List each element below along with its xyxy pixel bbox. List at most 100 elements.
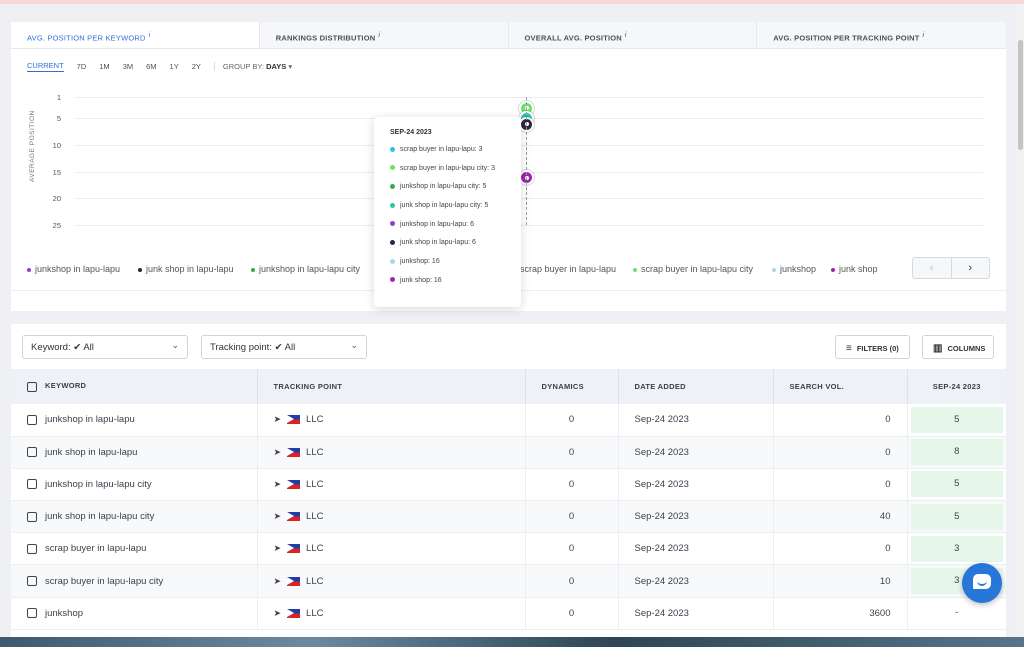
navigation-arrow-icon: ➤ <box>273 607 282 618</box>
keyword-text[interactable]: junkshop in lapu-lapu city <box>45 479 152 490</box>
dynamics-cell: 0 <box>525 564 619 598</box>
gridline <box>75 198 983 200</box>
row-checkbox[interactable] <box>27 543 37 554</box>
row-checkbox[interactable] <box>27 414 37 425</box>
tracking-point-cell: ➤ LLC <box>257 597 526 630</box>
keyword-text[interactable]: scrap buyer in lapu-lapu <box>45 543 146 554</box>
tooltip-title: SEP-24 2023 <box>390 129 432 136</box>
column-header-tracking-point[interactable]: TRACKING POINT <box>257 369 526 404</box>
legend-item[interactable]: junkshop in lapu-lapu city <box>251 264 360 274</box>
header-label: SEP-24 2023 <box>932 382 981 391</box>
tracking-point-cell: ➤ LLC <box>257 404 526 437</box>
philippines-flag-icon <box>287 415 301 425</box>
legend-dot-icon <box>772 267 776 272</box>
tooltip-row-label: junk shop in lapu-lapu city: <box>400 202 483 210</box>
dynamics-cell: 0 <box>525 404 619 437</box>
group-by-dropdown[interactable]: GROUP BY: DAYS ▾ <box>213 62 293 71</box>
table-row[interactable]: junk shop in lapu-lapu ➤ LLC 0 Sep-24 2023 0 8 <box>11 436 1006 469</box>
tracking-filter-label: Tracking point: <box>210 342 272 353</box>
row-checkbox[interactable] <box>27 576 37 587</box>
legend-item[interactable]: scrap buyer in lapu-lapu city <box>633 264 753 274</box>
legend-item[interactable]: junkshop <box>772 264 816 274</box>
column-header-date-added[interactable]: DATE ADDED <box>618 369 774 404</box>
keyword-text[interactable]: junk shop in lapu-lapu city <box>45 511 154 522</box>
legend-label: scrap buyer in lapu-lapu city <box>641 264 754 274</box>
legend-label: scrap buyer in lapu-lapu <box>520 264 617 274</box>
tracking-point-text: LLC <box>306 575 324 587</box>
group-by-label: GROUP BY: <box>222 62 265 71</box>
rank-value: 5 <box>910 406 1003 433</box>
tab-avg-position-per-tracking-point[interactable]: AVG. POSITION PER TRACKING POINT i <box>757 22 1006 48</box>
scrollbar-thumb[interactable] <box>1018 40 1023 150</box>
column-header-keyword[interactable]: KEYWORD <box>11 369 258 404</box>
tracking-point-text: LLC <box>306 478 324 490</box>
header-label: KEYWORD <box>45 381 87 391</box>
tracking-point-filter-dropdown[interactable]: Tracking point: ✔ All ⌄ <box>201 335 367 359</box>
column-header-dynamics[interactable]: DYNAMICS <box>525 369 619 404</box>
navigation-arrow-icon: ➤ <box>273 543 282 554</box>
table-row[interactable]: junkshop in lapu-lapu ➤ LLC 0 Sep-24 2023 0 5 <box>11 404 1006 437</box>
tab-rankings-distribution[interactable]: RANKINGS DISTRIBUTION i <box>259 22 509 48</box>
legend-item[interactable]: junkshop in lapu-lapu <box>27 264 120 274</box>
legend-item[interactable]: scrap buyer in lapu-lapu <box>512 264 616 274</box>
keyword-cell: junk shop in lapu-lapu <box>11 436 258 469</box>
period-1y[interactable]: 1Y <box>170 62 179 71</box>
navigation-arrow-icon: ➤ <box>273 446 282 457</box>
table-row[interactable]: scrap buyer in lapu-lapu city ➤ LLC 0 Sep-24… <box>11 564 1006 598</box>
tooltip-row-value: 3 <box>478 146 483 153</box>
keyword-text[interactable]: scrap buyer in lapu-lapu city <box>45 576 163 587</box>
table-header-row: KEYWORD TRACKING POINT DYNAMICS DATE ADD… <box>11 369 1006 404</box>
info-icon[interactable]: i <box>149 32 151 39</box>
keyword-text[interactable]: junk shop in lapu-lapu <box>45 447 137 458</box>
row-checkbox[interactable] <box>27 479 37 490</box>
table-row[interactable]: scrap buyer in lapu-lapu ➤ LLC 0 Sep-24 2023… <box>11 532 1006 566</box>
info-icon[interactable]: i <box>625 32 627 39</box>
y-tick-label: 1 <box>56 93 61 102</box>
chat-widget-button[interactable] <box>962 563 1002 603</box>
period-6m[interactable]: 6M <box>146 62 156 71</box>
chevron-down-icon: ⌄ <box>171 340 179 350</box>
period-7d[interactable]: 7D <box>77 62 87 71</box>
column-header-date-rank[interactable]: SEP-24 2023 <box>907 369 1006 404</box>
keyword-filter-dropdown[interactable]: Keyword: ✔ All ⌄ <box>22 335 188 359</box>
table-row[interactable]: junk shop in lapu-lapu city ➤ LLC 0 Sep-24 2… <box>11 500 1006 534</box>
column-header-search-volume[interactable]: SEARCH VOL. <box>773 369 908 404</box>
tab-avg-position-per-keyword[interactable]: AVG. POSITION PER KEYWORD i <box>11 22 260 48</box>
tab-label: OVERALL AVG. POSITION <box>524 33 622 43</box>
info-icon[interactable]: i <box>378 32 380 39</box>
legend-item[interactable]: junk shop <box>831 264 878 274</box>
period-current[interactable]: CURRENT <box>27 61 64 72</box>
info-icon[interactable]: i <box>923 32 925 39</box>
select-all-checkbox[interactable] <box>27 381 37 392</box>
legend-prev-button[interactable]: ‹ <box>913 258 952 278</box>
tooltip-row-label: junk shop: <box>400 276 432 284</box>
keyword-text[interactable]: junkshop in lapu-lapu <box>45 414 135 425</box>
legend-label: junkshop in lapu-lapu <box>35 264 121 274</box>
tab-overall-avg-position[interactable]: OVERALL AVG. POSITION i <box>508 22 758 48</box>
table-row[interactable]: junkshop ➤ LLC 0 Sep-24 2023 3600 - <box>11 597 1006 630</box>
table-row[interactable]: junkshop in lapu-lapu city ➤ LLC 0 Sep-24 20… <box>11 468 1006 502</box>
rank-value: - <box>955 607 959 619</box>
row-checkbox[interactable] <box>27 511 37 522</box>
keyword-cell: junkshop <box>11 597 258 630</box>
tracking-point-cell: ➤ LLC <box>257 532 526 566</box>
period-3m[interactable]: 3M <box>123 62 133 71</box>
keyword-text[interactable]: junkshop <box>45 608 83 619</box>
columns-button[interactable]: ▥ COLUMNS <box>922 335 994 359</box>
tracking-point-cell: ➤ LLC <box>257 564 526 598</box>
legend-item[interactable]: junk shop in lapu-lapu <box>138 264 234 274</box>
series-dot-icon <box>390 258 395 264</box>
chart-tooltip: SEP-24 2023 scrap buyer in lapu-lapu: 3s… <box>374 117 521 307</box>
period-2y[interactable]: 2Y <box>192 62 201 71</box>
row-checkbox[interactable] <box>27 447 37 458</box>
tracking-filter-value: ✔ All <box>274 342 296 353</box>
period-1m[interactable]: 1M <box>99 62 109 71</box>
caret-down-icon: ▾ <box>288 62 293 71</box>
legend-label: junk shop <box>839 264 878 274</box>
legend-next-button[interactable]: › <box>952 258 990 278</box>
gridline <box>75 97 983 98</box>
series-dot-icon <box>390 221 395 227</box>
row-checkbox[interactable] <box>27 608 37 619</box>
filters-button[interactable]: ≡ FILTERS (0) <box>835 335 910 359</box>
philippines-flag-icon <box>287 608 301 618</box>
